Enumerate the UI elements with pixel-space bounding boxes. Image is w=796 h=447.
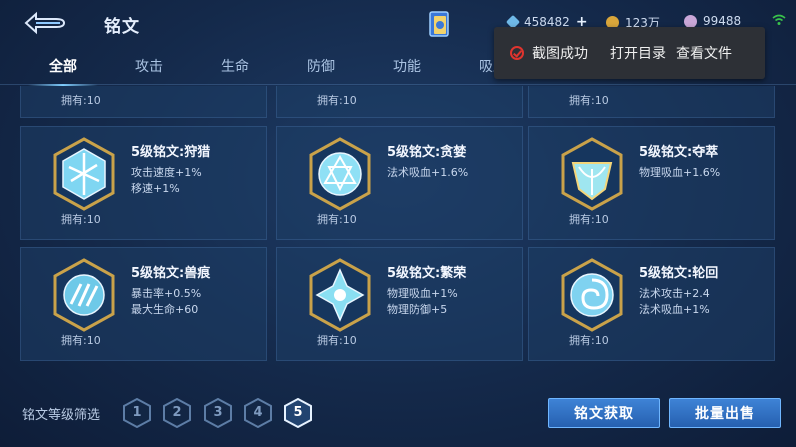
inscription-book-icon[interactable] [428,10,452,40]
owned-count: 拥有:10 [317,213,357,226]
card-name: 5级铭文:贪婪 [387,145,467,160]
level-number: 4 [253,405,263,420]
tab-utility[interactable]: 功能 [364,52,450,82]
tab-all[interactable]: 全部 [20,52,106,86]
card-attr: 移速+1% [131,182,180,195]
card-attr: 物理防御+5 [387,303,448,316]
page-title: 铭文 [104,17,140,37]
level-filter-2[interactable]: 2 [163,397,191,429]
inscription-card-hunting[interactable]: 5级铭文:狩猎 攻击速度+1% 移速+1% 拥有:10 [20,126,267,240]
inscription-card[interactable]: 拥有:10 [276,86,523,118]
shard-currency: 99488 [684,14,741,28]
card-name: 5级铭文:轮回 [639,266,719,281]
owned-count: 拥有:10 [61,334,101,347]
level-number: 5 [293,405,303,420]
card-attr: 物理吸血+1% [387,287,458,300]
owned-count: 拥有:10 [61,213,101,226]
inscription-card-reincarnation[interactable]: 5级铭文:轮回 法术攻击+2.4 法术吸血+1% 拥有:10 [528,247,775,361]
open-directory-link[interactable]: 打开目录 [610,43,666,63]
plunder-emblem-icon [561,137,623,211]
level-filter-label: 铭文等级筛选 [22,408,101,423]
wifi-icon [772,14,786,25]
tab-attack[interactable]: 攻击 [106,52,192,82]
card-attr: 最大生命+60 [131,303,199,316]
hunting-emblem-icon [53,137,115,211]
inscription-grid[interactable]: 拥有:10 拥有:10 拥有:10 5级铭文:狩猎 攻击速度+1% 移速+1% … [20,86,780,362]
owned-count: 拥有:10 [317,334,357,347]
owned-count: 拥有:10 [569,94,609,107]
owned-count: 拥有:10 [569,213,609,226]
inscription-card-beast-mark[interactable]: 5级铭文:兽痕 暴击率+0.5% 最大生命+60 拥有:10 [20,247,267,361]
beast-mark-emblem-icon [53,258,115,332]
card-name: 5级铭文:兽痕 [131,266,211,281]
card-attr: 法术吸血+1% [639,303,710,316]
level-filter-1[interactable]: 1 [123,397,151,429]
level-number: 3 [213,405,223,420]
shard-count: 99488 [703,14,742,28]
category-tabs: 全部 攻击 生命 防御 功能 吸血 [20,52,536,86]
bottom-bar: 铭文等级筛选 1 2 3 4 5 铭文获取 批量出售 [0,390,796,440]
level-number: 2 [172,405,182,420]
inscription-card[interactable]: 拥有:10 [528,86,775,118]
inscription-card-greed[interactable]: 5级铭文:贪婪 法术吸血+1.6% 拥有:10 [276,126,523,240]
card-attr: 物理吸血+1.6% [639,166,721,179]
obtain-inscription-button[interactable]: 铭文获取 [548,398,660,428]
tab-health[interactable]: 生命 [192,52,278,82]
back-icon[interactable] [22,10,68,36]
level-filter-5[interactable]: 5 [284,397,312,429]
card-attr: 法术攻击+2.4 [639,287,710,300]
card-name: 5级铭文:狩猎 [131,145,211,160]
level-filter-3[interactable]: 3 [204,397,232,429]
card-name: 5级铭文:夺萃 [639,145,719,160]
toast-message: 截图成功 [532,46,588,62]
card-attr: 暴击率+0.5% [131,287,202,300]
owned-count: 拥有:10 [317,94,357,107]
inscription-card-plunder[interactable]: 5级铭文:夺萃 物理吸血+1.6% 拥有:10 [528,126,775,240]
tab-defense[interactable]: 防御 [278,52,364,82]
view-file-link[interactable]: 查看文件 [676,43,732,63]
level-number: 1 [132,405,142,420]
inscription-shard-icon [684,14,697,28]
screenshot-toast: 截图成功 打开目录 查看文件 [494,27,765,79]
owned-count: 拥有:10 [569,334,609,347]
reincarnation-emblem-icon [561,258,623,332]
card-attr: 攻击速度+1% [131,166,202,179]
card-name: 5级铭文:繁荣 [387,266,467,281]
level-filter-4[interactable]: 4 [244,397,272,429]
prosperity-emblem-icon [309,258,371,332]
tab-divider [0,84,796,85]
card-attr: 法术吸血+1.6% [387,166,469,179]
owned-count: 拥有:10 [61,94,101,107]
inscription-card-prosperity[interactable]: 5级铭文:繁荣 物理吸血+1% 物理防御+5 拥有:10 [276,247,523,361]
greed-emblem-icon [309,137,371,211]
inscription-card[interactable]: 拥有:10 [20,86,267,118]
check-circle-icon [510,46,524,60]
bulk-sell-button[interactable]: 批量出售 [669,398,781,428]
